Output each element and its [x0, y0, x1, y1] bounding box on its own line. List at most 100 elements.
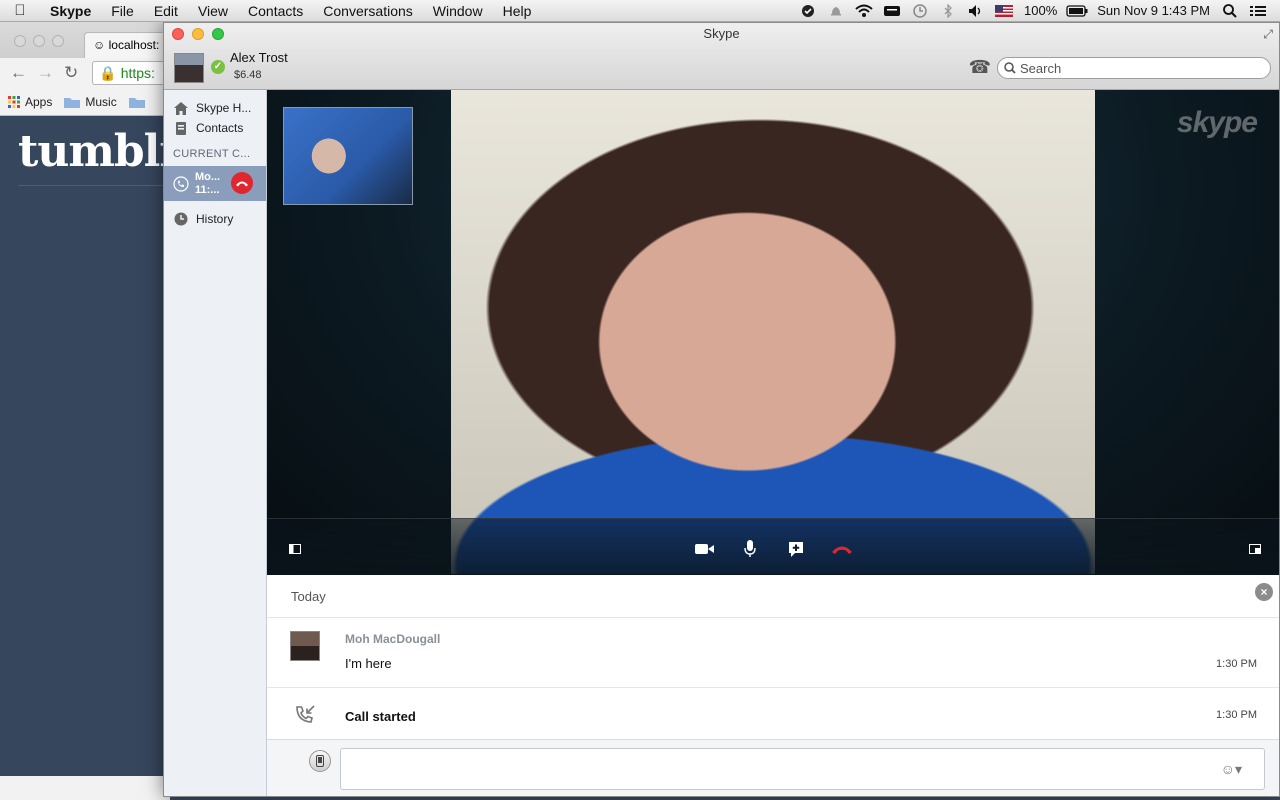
- bookmark-music[interactable]: Music: [64, 94, 117, 109]
- menu-window[interactable]: Window: [423, 0, 493, 22]
- self-video-preview[interactable]: [283, 107, 413, 205]
- video-camera-button[interactable]: [693, 539, 717, 559]
- fullscreen-toggle-icon[interactable]: ⤢: [1263, 27, 1273, 42]
- battery-icon[interactable]: [1066, 0, 1088, 22]
- menu-contacts[interactable]: Contacts: [238, 0, 313, 22]
- sidebar-item-history[interactable]: History: [164, 209, 266, 229]
- time-machine-icon[interactable]: [909, 0, 931, 22]
- current-call-time: 11:...: [195, 183, 220, 196]
- incoming-call-icon: [294, 705, 316, 730]
- divider: [267, 687, 1279, 688]
- skype-titlebar: Skype ⤢ ✓ Alex Trost $6.48 ☎ Search: [164, 23, 1279, 90]
- menubar-clock[interactable]: Sun Nov 9 1:43 PM: [1091, 3, 1216, 18]
- menu-app-skype[interactable]: Skype: [40, 0, 101, 22]
- volume-icon[interactable]: [965, 0, 987, 22]
- menu-help[interactable]: Help: [493, 0, 542, 22]
- notification-center-icon[interactable]: [1247, 0, 1269, 22]
- message-author-name[interactable]: Moh MacDougall: [345, 632, 440, 646]
- menu-view[interactable]: View: [188, 0, 238, 22]
- home-icon: [174, 101, 188, 115]
- apple-menu-icon[interactable]: : [0, 2, 40, 19]
- close-conversation-icon[interactable]: ×: [1255, 583, 1273, 601]
- menu-edit[interactable]: Edit: [144, 0, 188, 22]
- message-input[interactable]: ☺▾: [340, 748, 1265, 790]
- skype-status-icon[interactable]: [797, 0, 819, 22]
- end-call-button[interactable]: [830, 539, 854, 559]
- video-call-area: skype: [267, 90, 1279, 575]
- microphone-button[interactable]: [738, 539, 762, 559]
- call-event-timestamp: 1:30 PM: [1216, 709, 1257, 721]
- browser-minimize-button[interactable]: [33, 35, 45, 47]
- browser-window-controls: [14, 35, 64, 47]
- folder-icon: [128, 97, 145, 108]
- contacts-book-icon: [176, 121, 186, 135]
- back-arrow-icon[interactable]: ←: [10, 63, 27, 83]
- active-call-icon: [173, 175, 189, 192]
- hangup-icon: [236, 181, 248, 187]
- date-separator: Today: [291, 589, 326, 604]
- browser-tab-title: localhost:: [108, 38, 160, 52]
- dial-pad-icon[interactable]: ☎: [969, 57, 991, 78]
- wifi-icon[interactable]: [853, 0, 875, 22]
- sidebar-item-contacts[interactable]: Contacts: [164, 118, 266, 138]
- sidebar-hangup-button[interactable]: [231, 172, 253, 194]
- search-field[interactable]: Search: [997, 57, 1271, 79]
- message-timestamp: 1:30 PM: [1216, 658, 1257, 670]
- skype-credit[interactable]: $6.48: [234, 69, 262, 81]
- browser-close-button[interactable]: [14, 35, 26, 47]
- profile-name[interactable]: Alex Trost: [230, 50, 288, 65]
- fullscreen-video-icon[interactable]: [1243, 539, 1267, 559]
- call-controls-bar: [267, 518, 1279, 575]
- browser-tab[interactable]: ☺ localhost:: [84, 32, 170, 58]
- reload-icon[interactable]: ↻: [64, 63, 78, 83]
- lock-icon: 🔒: [99, 64, 117, 81]
- profile-avatar[interactable]: [174, 53, 204, 83]
- battery-percent[interactable]: 100%: [1018, 3, 1063, 18]
- mac-menu-bar:  Skype File Edit View Contacts Conversa…: [0, 0, 1280, 22]
- bookmark-apps-label: Apps: [25, 94, 53, 109]
- show-sidebar-toggle-icon[interactable]: [283, 539, 307, 559]
- sidebar-item-skype-home[interactable]: Skype H...: [164, 98, 266, 118]
- address-bar-url: https:: [120, 65, 155, 81]
- bluetooth-icon[interactable]: [937, 0, 959, 22]
- browser-zoom-button[interactable]: [52, 35, 64, 47]
- forward-arrow-icon[interactable]: →: [37, 63, 54, 83]
- tab-favicon-icon: ☺: [93, 38, 106, 52]
- message-author-avatar[interactable]: [290, 631, 320, 661]
- tumblr-page: tumblr: [0, 116, 170, 776]
- us-flag-icon[interactable]: [993, 0, 1015, 22]
- call-event-text: Call started: [345, 709, 416, 724]
- sidebar-item-label: History: [196, 212, 234, 226]
- browser-tab-strip: ☺ localhost:: [0, 22, 170, 58]
- mobile-phone-icon: [316, 755, 324, 767]
- add-to-call-button[interactable]: [784, 539, 808, 559]
- current-call-name: Mo...: [195, 170, 221, 183]
- notification-bell-icon[interactable]: [825, 0, 847, 22]
- emoticon-picker-icon[interactable]: ☺▾: [1221, 761, 1242, 778]
- online-status-icon[interactable]: ✓: [211, 60, 225, 74]
- sidebar-section-current-calls: CURRENT C...: [173, 148, 251, 160]
- spotlight-search-icon[interactable]: [1219, 0, 1241, 22]
- bookmark-apps[interactable]: Apps: [8, 95, 52, 109]
- bookmark-folder[interactable]: [128, 96, 145, 108]
- sidebar-item-current-call[interactable]: Mo... 11:...: [164, 166, 266, 201]
- sidebar-item-label: Skype H...: [196, 101, 252, 115]
- browser-toolbar: ← → ↻ 🔒 https:: [0, 58, 170, 88]
- add-plus-icon: [789, 542, 803, 557]
- send-sms-toggle[interactable]: [309, 750, 331, 772]
- history-clock-icon: [174, 212, 188, 226]
- keyboard-icon[interactable]: [881, 0, 903, 22]
- tumblr-header-divider: [18, 185, 170, 186]
- microphone-icon: [744, 540, 756, 557]
- search-placeholder: Search: [1020, 60, 1062, 76]
- remote-video-feed[interactable]: [451, 90, 1095, 574]
- background-browser-window: ☺ localhost: ← → ↻ 🔒 https: Apps Music t…: [0, 22, 170, 800]
- skype-window: Skype ⤢ ✓ Alex Trost $6.48 ☎ Search Skyp…: [163, 22, 1280, 797]
- menu-conversations[interactable]: Conversations: [313, 0, 423, 22]
- address-bar[interactable]: 🔒 https:: [92, 61, 170, 85]
- message-compose-bar: ☺▾: [267, 739, 1279, 796]
- menu-file[interactable]: File: [101, 0, 144, 22]
- bookmark-music-label: Music: [85, 94, 117, 109]
- window-title: Skype: [703, 26, 740, 41]
- tumblr-logo[interactable]: tumblr: [18, 126, 170, 177]
